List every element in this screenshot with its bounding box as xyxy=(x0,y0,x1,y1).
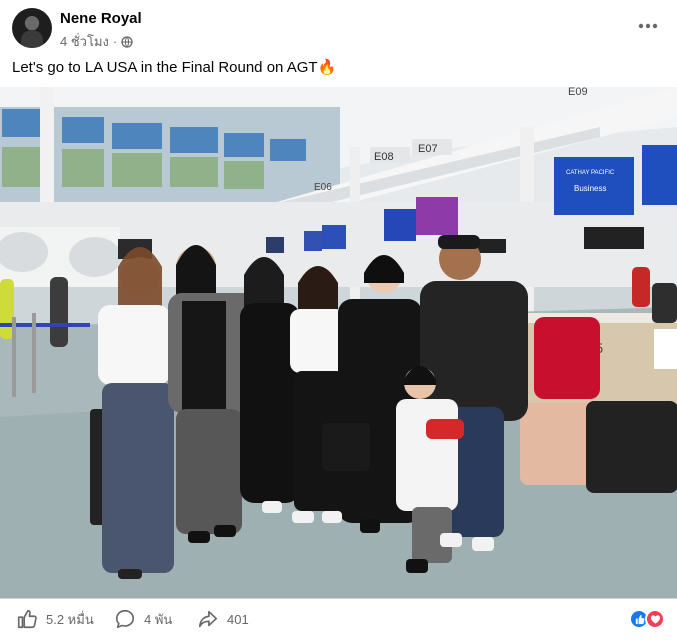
meta-separator: · xyxy=(112,34,118,49)
gate-sign-e09: E09 xyxy=(568,87,588,98)
share-icon xyxy=(198,610,218,628)
reaction-summary[interactable] xyxy=(629,609,665,629)
comment-count: 4 พัน xyxy=(144,611,173,627)
post-header: Nene Royal 4 ชั่วโมง · xyxy=(0,0,677,52)
post-meta: 4 ชั่วโมง · xyxy=(60,31,133,52)
airline-screen-title: CATHAY PACIFIC xyxy=(566,170,615,176)
gate-sign-e07: E07 xyxy=(418,143,438,155)
globe-icon[interactable] xyxy=(121,35,133,48)
post-photo[interactable]: E08 E07 E06 E09 CATHAY PACIFIC Business xyxy=(0,87,677,598)
like-count: 5.2 หมื่น xyxy=(46,611,94,627)
comment-button[interactable]: 4 พัน xyxy=(114,608,172,630)
airline-screen-class: Business xyxy=(574,184,606,193)
love-reaction-icon xyxy=(645,609,665,629)
like-icon xyxy=(17,609,37,629)
like-button[interactable]: 5.2 หมื่น xyxy=(16,608,94,630)
more-options-icon xyxy=(638,23,658,29)
avatar[interactable] xyxy=(12,8,52,48)
comment-icon xyxy=(115,609,135,629)
airport-group-photo: E08 E07 E06 E09 CATHAY PACIFIC Business xyxy=(0,87,677,598)
more-options-button[interactable] xyxy=(633,14,663,38)
post-footer: 5.2 หมื่น 4 พัน 401 xyxy=(0,598,677,641)
post-caption: Let's go to LA USA in the Final Round on… xyxy=(12,59,337,76)
facebook-post: Nene Royal 4 ชั่วโมง · Let's go to LA US… xyxy=(0,0,677,641)
gate-sign-e06: E06 xyxy=(314,182,332,193)
author-name[interactable]: Nene Royal xyxy=(60,10,142,27)
share-button[interactable]: 401 xyxy=(197,608,249,630)
share-count: 401 xyxy=(227,611,249,627)
post-time[interactable]: 4 ชั่วโมง xyxy=(60,31,109,52)
gate-sign-e08: E08 xyxy=(374,151,394,163)
